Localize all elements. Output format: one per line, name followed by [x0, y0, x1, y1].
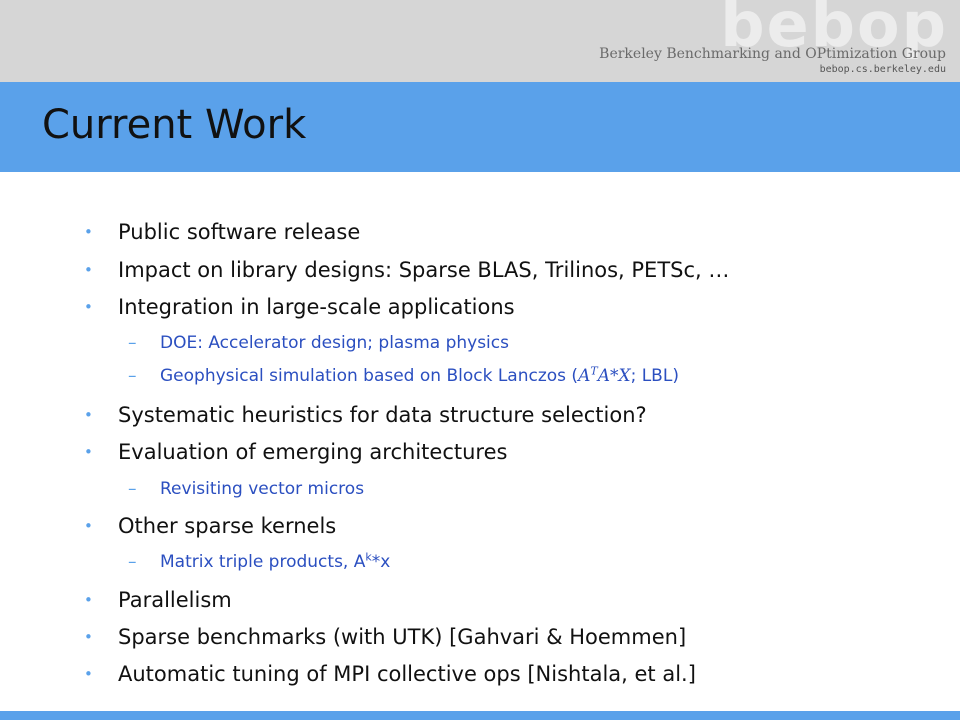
bullet-dot: •: [84, 591, 93, 609]
bullet-text: Integration in large-scale applications: [118, 295, 515, 319]
bullet-text: Sparse benchmarks (with UTK) [Gahvari & …: [118, 625, 687, 649]
bullet-text: Public software release: [118, 220, 361, 244]
bullet-dot: •: [84, 223, 93, 241]
bullet-dot: •: [84, 406, 93, 424]
bullet-dot: •: [84, 443, 93, 461]
slide-content: • Public software release • Impact on li…: [0, 0, 960, 720]
geo-suffix: ; LBL): [630, 366, 679, 386]
bullet-dot: •: [84, 517, 93, 535]
math-transpose: T: [590, 364, 598, 378]
sub-bullet-text: Matrix triple products, Ak*x: [160, 551, 390, 573]
bullet-text: Automatic tuning of MPI collective ops […: [118, 662, 696, 686]
bullet-text: Impact on library designs: Sparse BLAS, …: [118, 258, 730, 282]
sub-bullet-dash: –: [128, 479, 137, 499]
bullet-dot: •: [84, 665, 93, 683]
bullet-dot: •: [84, 261, 93, 279]
bottom-bar: [0, 711, 960, 720]
sub-bullet-dash: –: [128, 366, 137, 386]
sub-bullet-text: Revisiting vector micros: [160, 479, 365, 499]
bullet-text: Other sparse kernels: [118, 514, 337, 538]
bullet-dot: •: [84, 298, 93, 316]
sub-bullet-dash: –: [128, 552, 137, 572]
triple-prefix: Matrix triple products, A: [160, 552, 366, 572]
math-a: A: [578, 366, 591, 386]
geo-prefix: Geophysical simulation based on Block La…: [160, 366, 579, 386]
bullet-text: Parallelism: [118, 588, 232, 612]
bullet-text: Systematic heuristics for data structure…: [118, 403, 647, 427]
bullet-text: Evaluation of emerging architectures: [118, 440, 508, 464]
sub-bullet-dash: –: [128, 333, 137, 353]
sub-bullet-text: Geophysical simulation based on Block La…: [160, 365, 679, 387]
sub-bullet-text: DOE: Accelerator design; plasma physics: [160, 333, 509, 353]
triple-suffix: *x: [371, 552, 391, 572]
math-ax: A*X: [597, 366, 631, 386]
bullet-dot: •: [84, 628, 93, 646]
